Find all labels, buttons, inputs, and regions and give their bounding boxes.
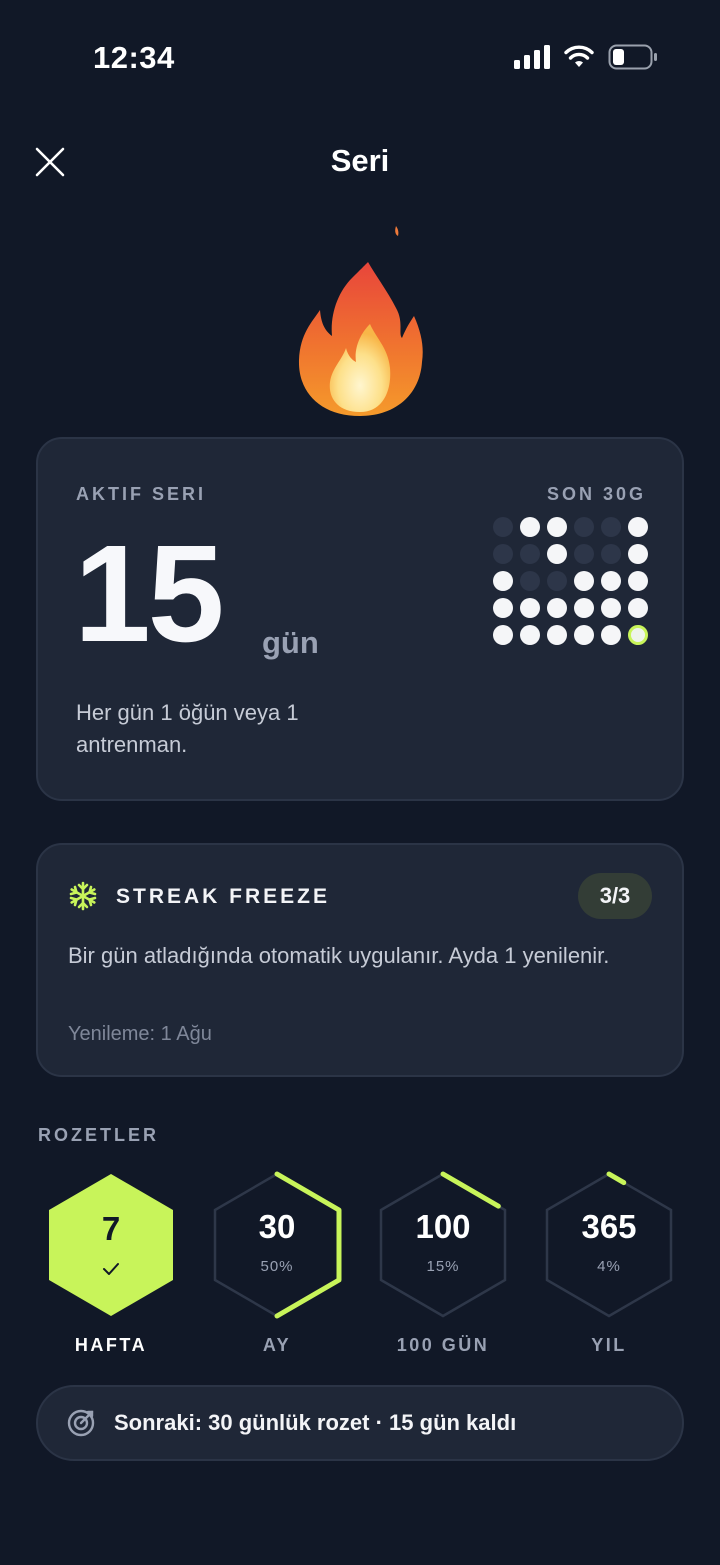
day-dot: [574, 598, 594, 618]
day-dot: [547, 544, 567, 564]
check-icon: [103, 1263, 119, 1275]
badge-year[interactable]: 365 4% YIL: [543, 1170, 675, 1355]
day-dot: [547, 571, 567, 591]
badge-value: 365: [581, 1208, 637, 1245]
badges-section-label: ROZETLER: [38, 1125, 159, 1145]
last-30-days-grid: [493, 517, 648, 645]
day-dot: [493, 598, 513, 618]
status-time: 12:34: [93, 40, 175, 75]
day-dot: [601, 598, 621, 618]
day-dot: [493, 571, 513, 591]
page-title: Seri: [330, 143, 390, 178]
badge-name: YIL: [591, 1335, 627, 1355]
badge-value: 100: [415, 1208, 471, 1245]
badge-week[interactable]: 7 HAFTA: [45, 1170, 177, 1355]
badge-value: 7: [101, 1210, 121, 1247]
day-dot: [520, 517, 540, 537]
streak-count: 15: [74, 517, 224, 671]
day-dot: [574, 517, 594, 537]
active-streak-card: AKTIF SERI SON 30G 15 gün Her gün 1 öğün…: [36, 437, 684, 801]
day-dot: [547, 625, 567, 645]
badge-value: 30: [258, 1208, 296, 1245]
day-dot: [520, 598, 540, 618]
day-dot: [547, 517, 567, 537]
badge-percent: 4%: [597, 1258, 621, 1275]
day-dot: [574, 544, 594, 564]
next-badge-bar[interactable]: Sonraki: 30 günlük rozet · 15 gün kaldı: [36, 1385, 684, 1461]
day-dot: [520, 625, 540, 645]
freeze-count-badge: 3/3: [578, 873, 652, 919]
streak-unit: gün: [262, 625, 319, 660]
streak-freeze-title: STREAK FREEZE: [116, 885, 331, 908]
day-dot: [601, 625, 621, 645]
badge-name: HAFTA: [74, 1335, 148, 1355]
active-streak-label: AKTIF SERI: [76, 484, 207, 504]
badge-name: AY: [262, 1335, 292, 1355]
day-dot: [574, 625, 594, 645]
day-dot: [493, 517, 513, 537]
day-dot: [520, 571, 540, 591]
day-dot: [493, 544, 513, 564]
day-dot: [601, 544, 621, 564]
day-dot: [628, 544, 648, 564]
badge-100-days[interactable]: 100 15% 100 GÜN: [377, 1170, 509, 1355]
target-icon: [67, 1409, 95, 1437]
day-dot: [601, 571, 621, 591]
status-icons: [514, 44, 658, 70]
streak-description: Her gün 1 öğün veya 1 antrenman.: [76, 700, 299, 757]
streak-freeze-description: Bir gün atladığında otomatik uygulanır. …: [68, 943, 610, 968]
battery-icon: [608, 44, 657, 70]
wifi-icon: [564, 45, 594, 67]
day-dot: [628, 598, 648, 618]
day-dot: [601, 517, 621, 537]
day-dot-today: [628, 625, 648, 645]
status-bar: 12:34: [0, 0, 720, 110]
freeze-renewal-date: Yenileme: 1 Ağu: [68, 1023, 212, 1045]
last-30-days-label: SON 30G: [546, 484, 646, 504]
fire-icon: [298, 226, 423, 416]
badge-percent: 15%: [426, 1258, 460, 1275]
day-dot: [520, 544, 540, 564]
badge-month[interactable]: 30 50% AY: [211, 1170, 343, 1355]
next-badge-text: Sonraki: 30 günlük rozet · 15 gün kaldı: [114, 1410, 517, 1435]
day-dot: [547, 598, 567, 618]
day-dot: [574, 571, 594, 591]
snowflake-icon: [69, 881, 97, 911]
streak-freeze-card: STREAK FREEZE 3/3 Bir gün atladığında ot…: [36, 843, 684, 1077]
day-dot: [628, 571, 648, 591]
badge-name: 100 GÜN: [396, 1335, 490, 1355]
day-dot: [493, 625, 513, 645]
badge-percent: 50%: [260, 1258, 294, 1275]
day-dot: [628, 517, 648, 537]
signal-icon: [514, 45, 550, 69]
